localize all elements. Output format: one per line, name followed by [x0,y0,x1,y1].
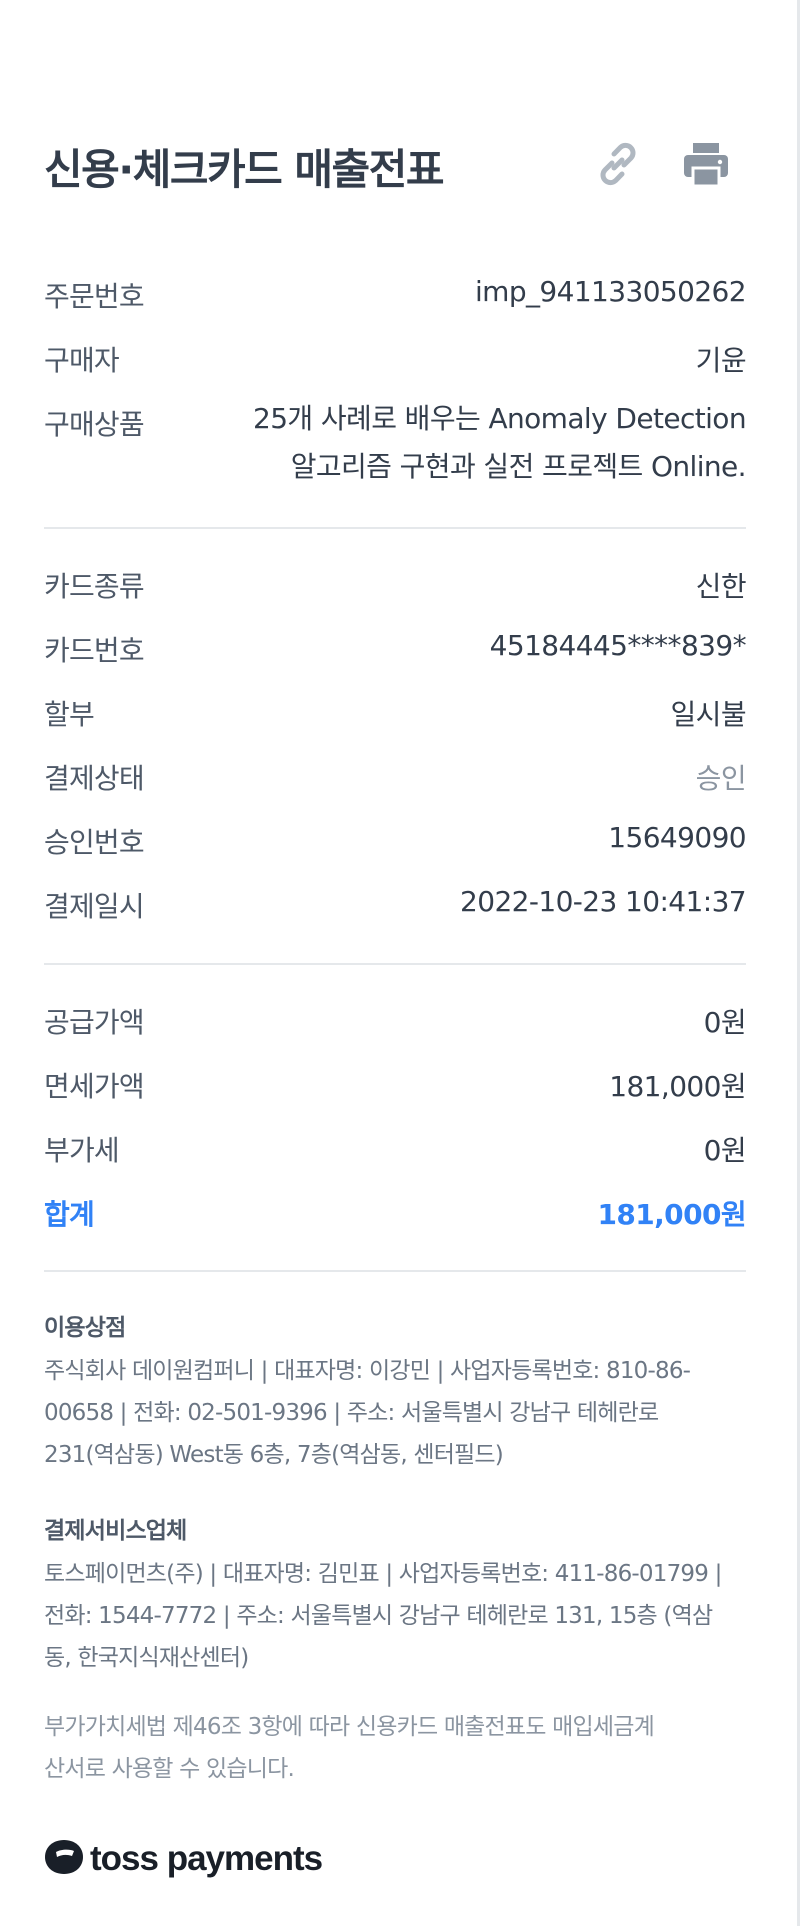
payment-status-row: 결제상태 승인 [44,757,747,821]
total-value: 181,000원 [597,1198,747,1231]
vat-label: 부가세 [44,1134,120,1167]
page-title: 신용·체크카드 매출전표 [44,145,444,194]
link-icon[interactable] [590,136,646,192]
payment-date-label: 결제일시 [44,890,145,923]
order-number-label: 주문번호 [44,280,145,313]
product-label: 구매상품 [44,408,145,441]
pg-text: 토스페이먼츠(주) | 대표자명: 김민표 | 사업자등록번호: 411-86-… [44,1561,722,1671]
divider [44,527,746,529]
buyer-label: 구매자 [44,344,120,377]
buyer-row: 구매자 기윤 [44,339,747,403]
installment-label: 할부 [44,698,95,731]
receipt-header: 신용·체크카드 매출전표 [44,130,750,200]
printer-icon[interactable] [678,136,734,192]
approval-number-value: 15649090 [608,821,746,854]
card-number-row: 카드번호 45184445****839* [44,629,747,693]
payment-section: 카드종류 신한 카드번호 45184445****839* 할부 일시불 결제상… [44,565,747,949]
merchant-info: 이용상점 주식회사 데이원컴퍼니 | 대표자명: 이강민 | 사업자등록번호: … [44,1308,734,1476]
card-number-label: 카드번호 [44,634,145,667]
tax-free-amount-label: 면세가액 [44,1070,145,1103]
installment-value: 일시불 [670,698,747,731]
divider [44,1270,746,1272]
amount-section: 공급가액 0원 면세가액 181,000원 부가세 0원 합계 181,000원 [44,1001,747,1257]
merchant-heading: 이용상점 [44,1315,126,1341]
supply-amount-value: 0원 [703,1006,747,1039]
card-number-value: 45184445****839* [489,629,747,662]
vat-row: 부가세 0원 [44,1129,747,1193]
card-type-row: 카드종류 신한 [44,565,747,629]
buyer-value: 기윤 [695,344,747,377]
tax-free-amount-row: 면세가액 181,000원 [44,1065,747,1129]
total-label: 합계 [44,1198,95,1231]
brand-logo: toss payments [44,1836,323,1882]
product-row: 구매상품 25개 사례로 배우는 Anomaly Detection 알고리즘 … [44,402,747,515]
pg-info: 결제서비스업체 토스페이먼츠(주) | 대표자명: 김민표 | 사업자등록번호:… [44,1511,734,1679]
supply-amount-label: 공급가액 [44,1006,145,1039]
order-section: 주문번호 imp_941133050262 구매자 기윤 구매상품 25개 사례… [44,275,747,515]
total-row: 합계 181,000원 [44,1193,747,1257]
divider [44,963,746,965]
tax-free-amount-value: 181,000원 [609,1070,746,1103]
payment-date-value: 2022-10-23 10:41:37 [460,885,747,918]
approval-number-row: 승인번호 15649090 [44,821,747,885]
payment-status-label: 결제상태 [44,762,145,795]
order-number-row: 주문번호 imp_941133050262 [44,275,747,339]
approval-number-label: 승인번호 [44,826,145,859]
order-number-value: imp_941133050262 [474,275,747,308]
supply-amount-row: 공급가액 0원 [44,1001,747,1065]
payment-status-value: 승인 [695,762,747,795]
brand-name: toss payments [90,1839,323,1878]
payment-date-row: 결제일시 2022-10-23 10:41:37 [44,885,747,949]
product-value: 25개 사례로 배우는 Anomaly Detection 알고리즘 구현과 실… [253,402,747,483]
tax-notice: 부가가치세법 제46조 3항에 따라 신용카드 매출전표도 매입세금계산서로 사… [44,1714,655,1782]
pg-heading: 결제서비스업체 [44,1518,187,1544]
installment-row: 할부 일시불 [44,693,747,757]
merchant-text: 주식회사 데이원컴퍼니 | 대표자명: 이강민 | 사업자등록번호: 810-8… [44,1358,691,1468]
toss-logo-icon [44,1838,84,1880]
card-type-value: 신한 [695,570,747,603]
receipt-card: 신용·체크카드 매출전표 주문번호 imp_941133050262 구매자 기… [0,0,800,1926]
vat-value: 0원 [703,1134,747,1167]
card-type-label: 카드종류 [44,570,145,603]
